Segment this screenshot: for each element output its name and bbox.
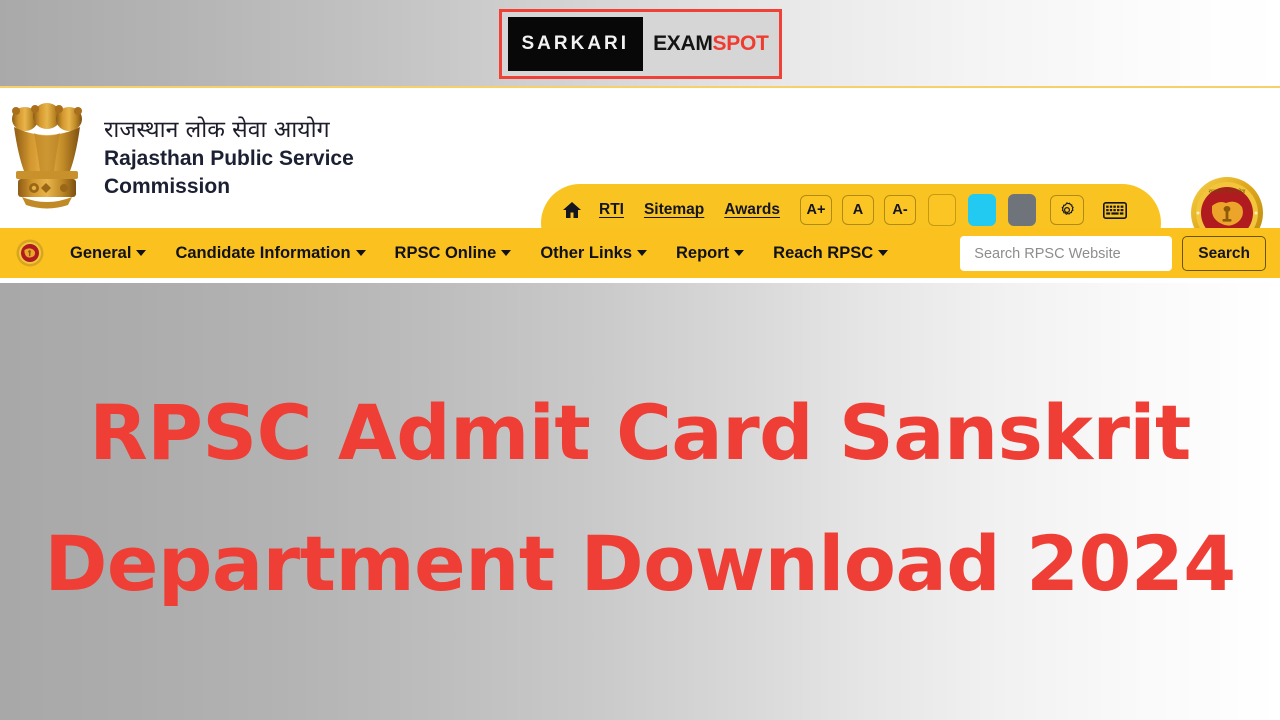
utility-link-awards[interactable]: Awards <box>724 201 780 219</box>
utility-link-rti[interactable]: RTI <box>599 201 624 219</box>
utility-bar-row-primary: RTI Sitemap Awards A+ A A- <box>555 190 1147 230</box>
utility-link-sitemap[interactable]: Sitemap <box>644 201 704 219</box>
nav-item-label: RPSC Online <box>394 243 497 262</box>
nav-items: General Candidate Information RPSC Onlin… <box>70 244 917 263</box>
chevron-down-icon <box>878 250 889 256</box>
nav-item-reach-rpsc[interactable]: Reach RPSC <box>773 243 889 263</box>
nav-item-candidate-information[interactable]: Candidate Information <box>175 243 366 263</box>
nav-item-label: Reach RPSC <box>773 243 874 262</box>
search-button[interactable]: Search <box>1182 236 1266 271</box>
ashoka-emblem-icon <box>4 93 90 223</box>
nav-item-general[interactable]: General <box>70 243 147 263</box>
home-icon[interactable] <box>555 201 589 219</box>
gray-theme-swatch[interactable] <box>1008 194 1036 226</box>
gear-icon[interactable] <box>1050 195 1084 225</box>
main-navigation-bar: General Candidate Information RPSC Onlin… <box>0 228 1280 278</box>
logo-spot-text: SPOT <box>712 32 769 55</box>
chevron-down-icon <box>355 250 366 256</box>
site-search: Search <box>960 236 1266 271</box>
font-increase-button[interactable]: A+ <box>800 195 832 225</box>
cyan-theme-swatch[interactable] <box>968 194 996 226</box>
nav-item-label: Report <box>676 243 730 262</box>
rpsc-header: राजस्थान लोक सेवा आयोग Rajasthan Public … <box>0 88 1280 262</box>
font-default-button[interactable]: A <box>842 195 874 225</box>
nav-item-other-links[interactable]: Other Links <box>540 244 647 263</box>
org-name-english: Rajasthan Public Service Commission <box>104 147 354 198</box>
logo-exam-text: EXAM <box>653 32 713 55</box>
nav-item-rpsc-online[interactable]: RPSC Online <box>395 244 512 263</box>
nav-item-label: Candidate Information <box>175 243 351 262</box>
organization-titles: राजस्थान लोक सेवा आयोग Rajasthan Public … <box>104 116 404 201</box>
logo-examspot-block: EXAM SPOT <box>643 17 778 71</box>
page-title: RPSC Admit Card Sanskrit Department Down… <box>44 387 1236 608</box>
logo-sarkari-block: SARKARI <box>507 17 644 71</box>
nav-item-label: General <box>70 243 132 262</box>
chevron-down-icon <box>734 250 745 256</box>
search-input[interactable] <box>960 236 1173 271</box>
font-decrease-button[interactable]: A- <box>884 195 916 225</box>
sarkari-examspot-logo[interactable]: SARKARI EXAM SPOT <box>498 9 782 79</box>
site-brand-band: SARKARI EXAM SPOT <box>0 0 1280 88</box>
org-name-hindi: राजस्थान लोक सेवा आयोग <box>104 116 330 143</box>
yellow-theme-swatch[interactable] <box>928 194 956 226</box>
hero-banner: RPSC Admit Card Sanskrit Department Down… <box>0 283 1280 720</box>
nav-item-label: Other Links <box>540 243 632 262</box>
nav-item-report[interactable]: Report <box>676 243 745 263</box>
logo-sarkari-text: SARKARI <box>521 33 630 54</box>
chevron-down-icon <box>501 250 512 256</box>
chevron-down-icon <box>136 250 147 256</box>
keyboard-icon[interactable] <box>1100 197 1130 223</box>
svg-text:राजस्थान लोक सेवा: राजस्थान लोक सेवा <box>1209 188 1246 195</box>
rpsc-seal-icon[interactable] <box>16 239 44 267</box>
chevron-down-icon <box>637 250 647 256</box>
